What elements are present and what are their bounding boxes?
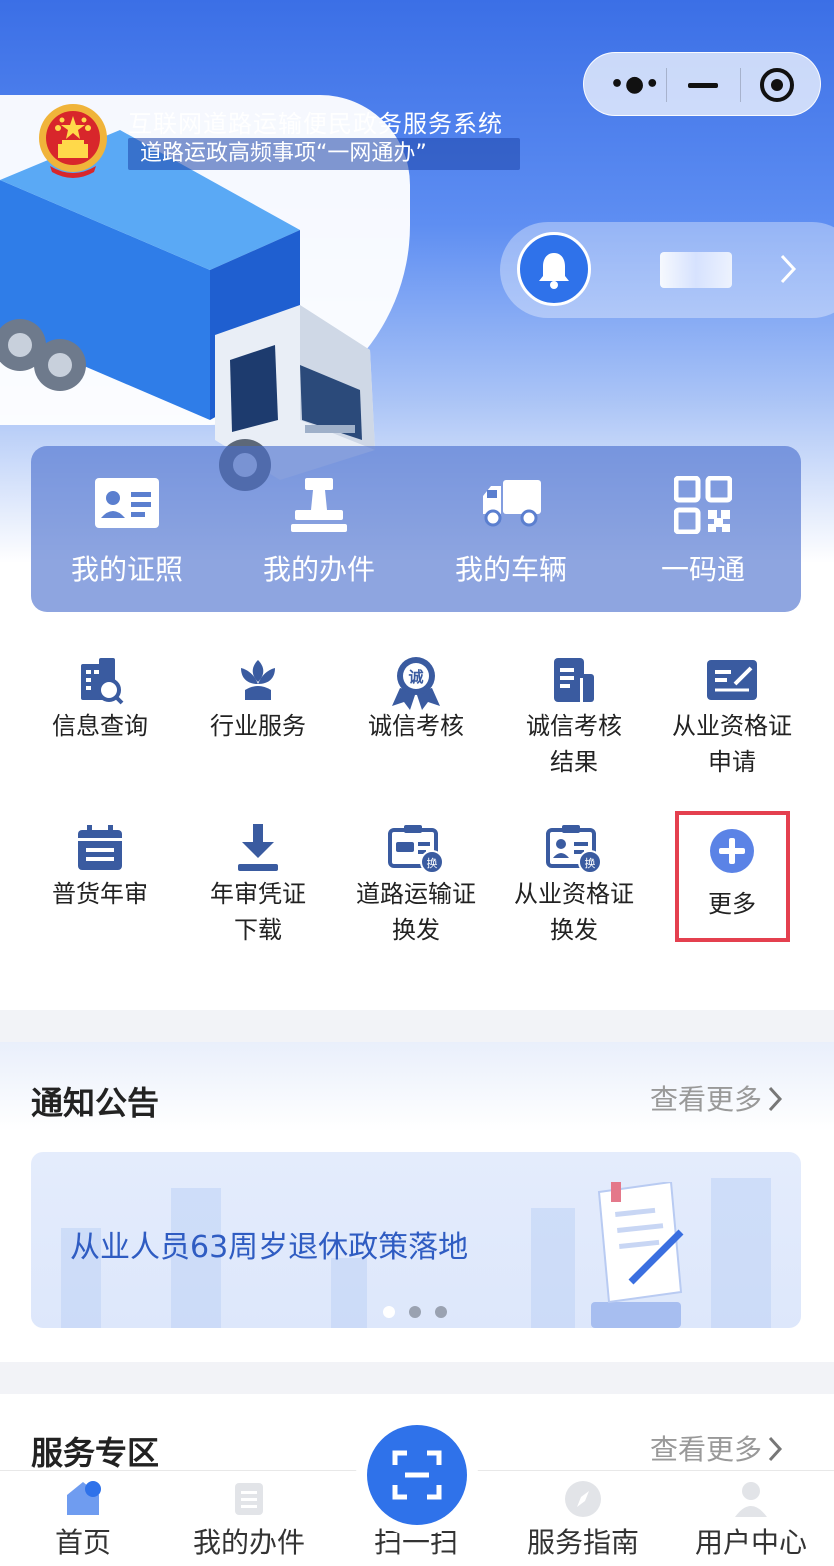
stamp-icon (291, 478, 347, 532)
tab-label: 我的办件 (192, 1526, 305, 1559)
truck-icon (483, 480, 541, 527)
user-name-blurred (660, 252, 732, 288)
highlight-box (675, 811, 790, 942)
service-info-query[interactable]: 信息查询 (21, 656, 179, 766)
building-search-icon (81, 658, 124, 705)
minimize-icon[interactable] (688, 83, 718, 88)
capsule-divider (666, 68, 667, 102)
service-label: 诚信考核 结果 (495, 708, 653, 780)
notice-see-more-link[interactable]: 查看更多 (650, 1078, 784, 1118)
banner-building (531, 1208, 575, 1328)
scan-icon (392, 1450, 442, 1500)
quick-item-label: 一码通 (660, 553, 745, 586)
carousel-dot[interactable] (383, 1306, 395, 1318)
service-qualification-apply[interactable]: 从业资格证 申请 (653, 656, 811, 786)
vehicle-card-exchange-icon: 换 (388, 825, 444, 874)
document-icon (554, 658, 594, 702)
tab-label: 用户中心 (694, 1526, 807, 1559)
carousel-dot[interactable] (435, 1306, 447, 1318)
tab-service-guide[interactable]: 服务指南 (500, 1471, 666, 1566)
see-more-label: 查看更多 (650, 1433, 763, 1466)
banner-headline: 从业人员63周岁退休政策落地 (70, 1230, 469, 1265)
quick-item-my-vehicles[interactable]: 我的车辆 (415, 446, 607, 612)
chevron-right-icon[interactable] (778, 252, 798, 286)
mini-program-capsule: •●• (583, 52, 821, 116)
compass-icon (565, 1481, 601, 1517)
see-more-label: 查看更多 (650, 1083, 763, 1116)
service-label: 从业资格证 申请 (653, 708, 811, 780)
tab-label: 首页 (54, 1526, 111, 1559)
user-icon (735, 1482, 767, 1517)
service-label-line1: 道路运输证 (356, 880, 476, 908)
banner-building (711, 1178, 771, 1328)
person-card-exchange-icon: 换 (546, 825, 602, 874)
quick-item-my-cases[interactable]: 我的办件 (223, 446, 415, 612)
bell-icon (539, 253, 569, 289)
quick-access-bar: 我的证照 我的办件 我的车辆 一码通 (31, 446, 801, 612)
chevron-right-icon (768, 1436, 783, 1462)
service-freight-annual-review[interactable]: 普货年审 (21, 824, 179, 934)
capsule-divider (740, 68, 741, 102)
service-label-line2: 下载 (234, 916, 282, 944)
lotus-icon (241, 660, 275, 700)
service-label-line2: 换发 (392, 916, 440, 944)
carousel-dot[interactable] (409, 1306, 421, 1318)
chevron-right-icon (768, 1086, 783, 1112)
service-label: 信息查询 (52, 712, 148, 740)
service-label: 诚信考核 (368, 712, 464, 740)
more-dots-icon[interactable]: •●• (610, 74, 660, 96)
tab-user-center[interactable]: 用户中心 (668, 1471, 834, 1566)
svg-text:换: 换 (427, 856, 438, 870)
service-certificate-download[interactable]: 年审凭证 下载 (179, 824, 337, 954)
download-icon (238, 824, 278, 871)
service-label-line2: 结果 (550, 748, 598, 776)
service-label-line2: 换发 (550, 916, 598, 944)
calendar-icon (78, 825, 122, 870)
service-transport-cert-renewal[interactable]: 换 道路运输证 换发 (337, 824, 495, 954)
service-credit-result[interactable]: 诚信考核 结果 (495, 656, 653, 786)
svg-text:换: 换 (585, 856, 596, 870)
service-label-line1: 从业资格证 (514, 880, 634, 908)
service-qualification-renewal[interactable]: 换 从业资格证 换发 (495, 824, 653, 954)
national-emblem-icon (39, 104, 107, 178)
service-zone-see-more-link[interactable]: 查看更多 (650, 1428, 784, 1468)
carousel-indicator (383, 1303, 461, 1322)
notification-bell-button[interactable] (517, 232, 591, 306)
quick-item-one-code[interactable]: 一码通 (607, 446, 799, 612)
home-icon (67, 1481, 101, 1515)
svg-text:诚: 诚 (408, 668, 423, 686)
credit-badge-icon: 诚 (392, 657, 440, 710)
quick-item-label: 我的办件 (262, 553, 375, 586)
quick-item-label: 我的证照 (70, 553, 183, 586)
tab-label: 服务指南 (526, 1526, 639, 1559)
tab-home[interactable]: 首页 (0, 1471, 166, 1566)
service-label: 道路运输证 换发 (337, 876, 495, 948)
service-industry[interactable]: 行业服务 (179, 656, 337, 766)
banner-building (331, 1258, 367, 1328)
service-label-line1: 年审凭证 (210, 880, 306, 908)
service-label-line1: 从业资格证 (672, 712, 792, 740)
quick-item-my-license[interactable]: 我的证照 (31, 446, 223, 612)
service-label: 普货年审 (52, 880, 148, 908)
sign-card-icon (707, 660, 757, 700)
target-close-icon[interactable] (760, 68, 794, 102)
tab-my-cases[interactable]: 我的办件 (166, 1471, 332, 1566)
service-label: 从业资格证 换发 (495, 876, 653, 948)
files-icon (235, 1483, 263, 1515)
service-credit-assessment[interactable]: 诚 诚信考核 (337, 656, 495, 766)
quick-item-label: 我的车辆 (454, 553, 567, 586)
system-title: 互联网道路运输便民政务服务系统 (128, 110, 503, 138)
system-subtitle: 道路运政高频事项“一网通办” (128, 138, 520, 170)
service-zone-title: 服务专区 (31, 1434, 160, 1472)
document-pen-illustration (591, 1182, 684, 1328)
service-label-line2: 申请 (708, 748, 756, 776)
service-label-line1: 诚信考核 (526, 712, 622, 740)
qr-code-icon (674, 476, 732, 534)
service-label: 年审凭证 下载 (179, 876, 337, 948)
service-label: 行业服务 (210, 712, 306, 740)
license-card-icon (95, 478, 159, 528)
notice-title: 通知公告 (31, 1084, 160, 1122)
scan-button[interactable] (367, 1425, 467, 1525)
